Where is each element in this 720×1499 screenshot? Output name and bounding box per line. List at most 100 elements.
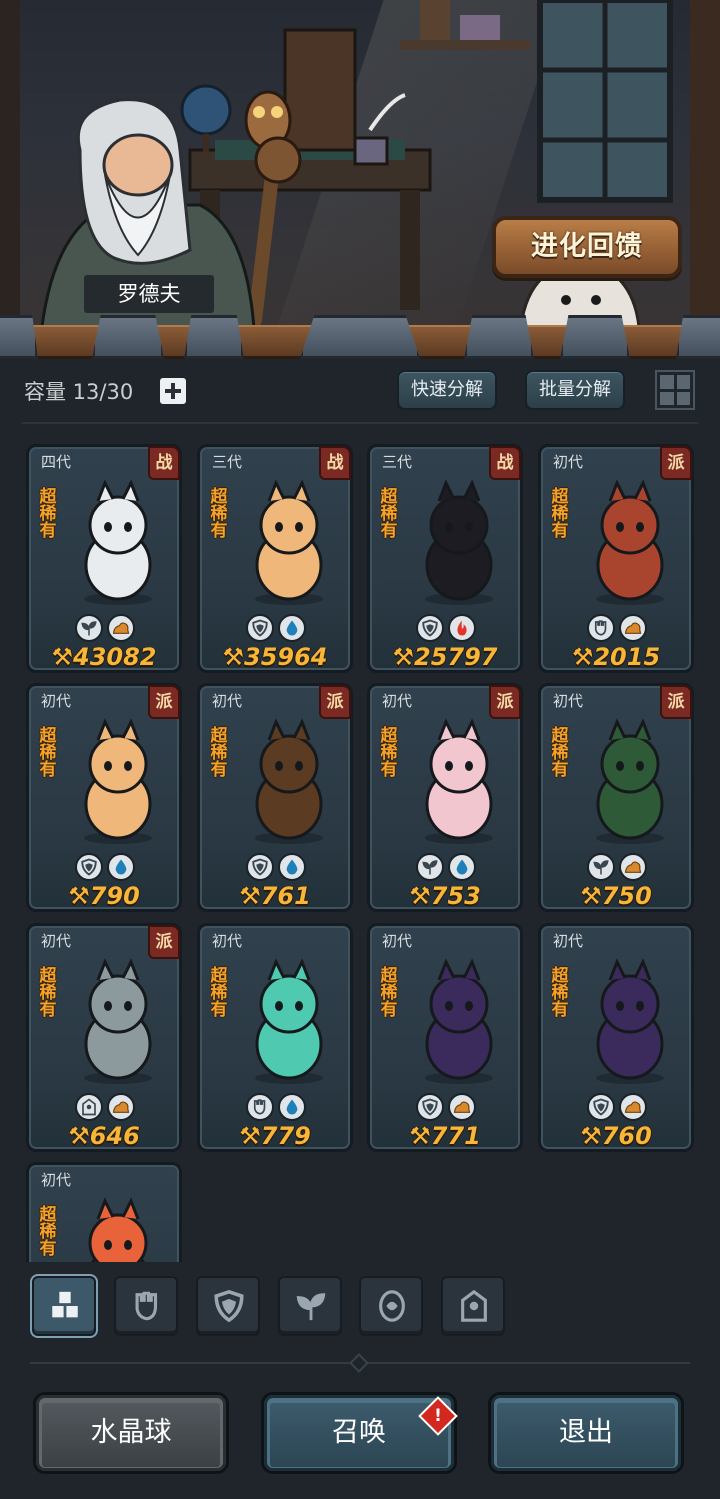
power-number: 771: [430, 1122, 481, 1150]
filter-tab-spirit[interactable]: [359, 1276, 423, 1336]
combat-power-value: ⚒43082: [29, 643, 179, 671]
generation-label: 初代: [553, 932, 584, 950]
power-number: 760: [601, 1122, 652, 1150]
monster-card[interactable]: 三代 战超稀有 ⚒35964: [197, 444, 353, 673]
batch-decompose-button[interactable]: 批量分解: [525, 370, 625, 410]
fist-icon: [587, 614, 615, 642]
power-number: 43082: [73, 643, 157, 671]
water-icon: [278, 614, 306, 642]
monster-card[interactable]: 初代 派超稀有 ⚒790: [26, 683, 182, 912]
monster-sprite: [63, 716, 173, 846]
monster-card[interactable]: 初代 派超稀有 ⚒761: [197, 683, 353, 912]
monster-sprite: [63, 1195, 173, 1262]
power-icon: ⚒: [571, 643, 594, 671]
monster-sprite: [575, 956, 685, 1086]
monster-card[interactable]: 三代 战超稀有 ⚒25797: [367, 444, 523, 673]
earth-icon: [619, 1093, 647, 1121]
power-number: 2015: [593, 643, 661, 671]
power-icon: ⚒: [580, 1122, 602, 1150]
class-badge: 战: [319, 446, 351, 480]
monster-card[interactable]: 初代 派超稀有 ⚒2015: [538, 444, 694, 673]
class-badge: 战: [489, 446, 521, 480]
combat-power-value: ⚒761: [200, 882, 350, 910]
shield-icon: [214, 1289, 244, 1323]
expand-capacity-plus-icon[interactable]: [160, 378, 186, 404]
monster-sprite: [575, 477, 685, 607]
monster-sprite: [575, 716, 685, 846]
border-stone: [92, 315, 164, 359]
class-badge: 派: [660, 685, 692, 719]
rarity-label: 超稀有: [551, 726, 569, 780]
monster-card[interactable]: 初代 超稀有: [26, 1162, 182, 1262]
generation-label: 初代: [382, 932, 413, 950]
combat-power-value: ⚒779: [200, 1122, 350, 1150]
divider: [22, 422, 698, 424]
combat-power-value: ⚒35964: [200, 643, 350, 671]
filter-tab-fist[interactable]: [114, 1276, 178, 1336]
filter-tab-shield[interactable]: [196, 1276, 260, 1336]
border-stone: [464, 315, 534, 359]
earth-icon: [448, 1093, 476, 1121]
power-number: 750: [601, 882, 652, 910]
power-number: 646: [89, 1122, 140, 1150]
border-stone: [184, 315, 244, 359]
combat-power-value: ⚒753: [370, 882, 520, 910]
filter-tab-leaf[interactable]: [278, 1276, 342, 1336]
power-icon: ⚒: [392, 643, 414, 671]
class-badge: 战: [148, 446, 180, 480]
generation-label: 初代: [41, 692, 72, 710]
border-stone: [300, 315, 420, 359]
evolution-feedback-button[interactable]: 进化回馈: [492, 216, 682, 278]
monster-card-grid: 四代战超稀有 ⚒43082 三代战超稀有 ⚒35964 三代战超稀有 ⚒25797 初…: [0, 440, 720, 1262]
monster-sprite: [234, 956, 344, 1086]
combat-power-value: ⚒2015: [541, 643, 691, 671]
shield-icon: [416, 1093, 444, 1121]
exit-button[interactable]: 退出: [488, 1392, 684, 1474]
tower-icon: [461, 1289, 487, 1322]
monster-sprite: [63, 477, 173, 607]
fist-icon: [135, 1291, 158, 1321]
shield-icon: [416, 614, 444, 642]
fire-icon: [448, 614, 476, 642]
monster-card[interactable]: 初代 派超稀有 ⚒646: [26, 923, 182, 1152]
study-room-scene: 罗德夫 进化回馈: [0, 0, 720, 345]
class-badge: 派: [660, 446, 692, 480]
monster-card[interactable]: 初代 派超稀有 ⚒750: [538, 683, 694, 912]
rarity-label: 超稀有: [380, 487, 398, 541]
power-number: 25797: [414, 643, 498, 671]
monster-card[interactable]: 初代 超稀有 ⚒779: [197, 923, 353, 1152]
combat-power-value: ⚒790: [29, 882, 179, 910]
class-badge: 派: [489, 685, 521, 719]
border-stone: [676, 315, 720, 359]
power-icon: ⚒: [409, 882, 431, 910]
combat-power-value: ⚒771: [370, 1122, 520, 1150]
water-icon: [448, 853, 476, 881]
border-stone: [0, 315, 38, 359]
all-blocks-icon: [52, 1291, 78, 1318]
monster-card[interactable]: 初代 超稀有 ⚒760: [538, 923, 694, 1152]
shield-icon: [587, 1093, 615, 1121]
leaf-icon: [296, 1293, 326, 1321]
crystal-ball-button[interactable]: 水晶球: [33, 1392, 229, 1474]
generation-label: 四代: [41, 453, 72, 471]
power-number: 761: [260, 882, 311, 910]
monster-card[interactable]: 初代 派超稀有 ⚒753: [367, 683, 523, 912]
filter-tab-all-blocks[interactable]: [32, 1276, 96, 1336]
notice-exclamation-icon: !: [434, 1406, 442, 1426]
grid-view-icon[interactable]: [655, 370, 695, 410]
monster-card[interactable]: 四代 战超稀有 ⚒43082: [26, 444, 182, 673]
power-icon: ⚒: [239, 882, 261, 910]
capacity-label: 容量 13/30: [24, 380, 134, 404]
scene-border: [0, 315, 720, 363]
fist-icon: [246, 1093, 274, 1121]
power-number: 35964: [244, 643, 328, 671]
class-badge: 派: [148, 925, 180, 959]
monster-sprite: [404, 716, 514, 846]
shield-icon: [75, 853, 103, 881]
generation-label: 初代: [553, 692, 584, 710]
filter-tab-tower[interactable]: [441, 1276, 505, 1336]
npc-name-label: 罗德夫: [84, 275, 214, 313]
rarity-label: 超稀有: [39, 487, 57, 541]
quick-decompose-button[interactable]: 快速分解: [397, 370, 497, 410]
monster-card[interactable]: 初代 超稀有 ⚒771: [367, 923, 523, 1152]
